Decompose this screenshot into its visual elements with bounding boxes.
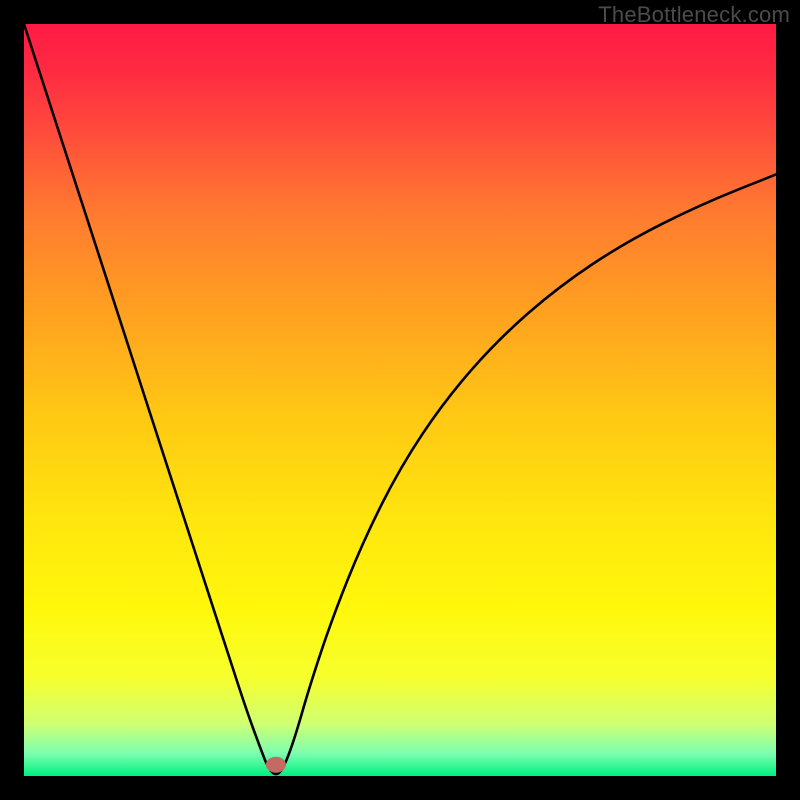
bottleneck-chart	[24, 24, 776, 776]
optimal-point-marker	[266, 757, 286, 773]
chart-frame	[24, 24, 776, 776]
gradient-background	[24, 24, 776, 776]
